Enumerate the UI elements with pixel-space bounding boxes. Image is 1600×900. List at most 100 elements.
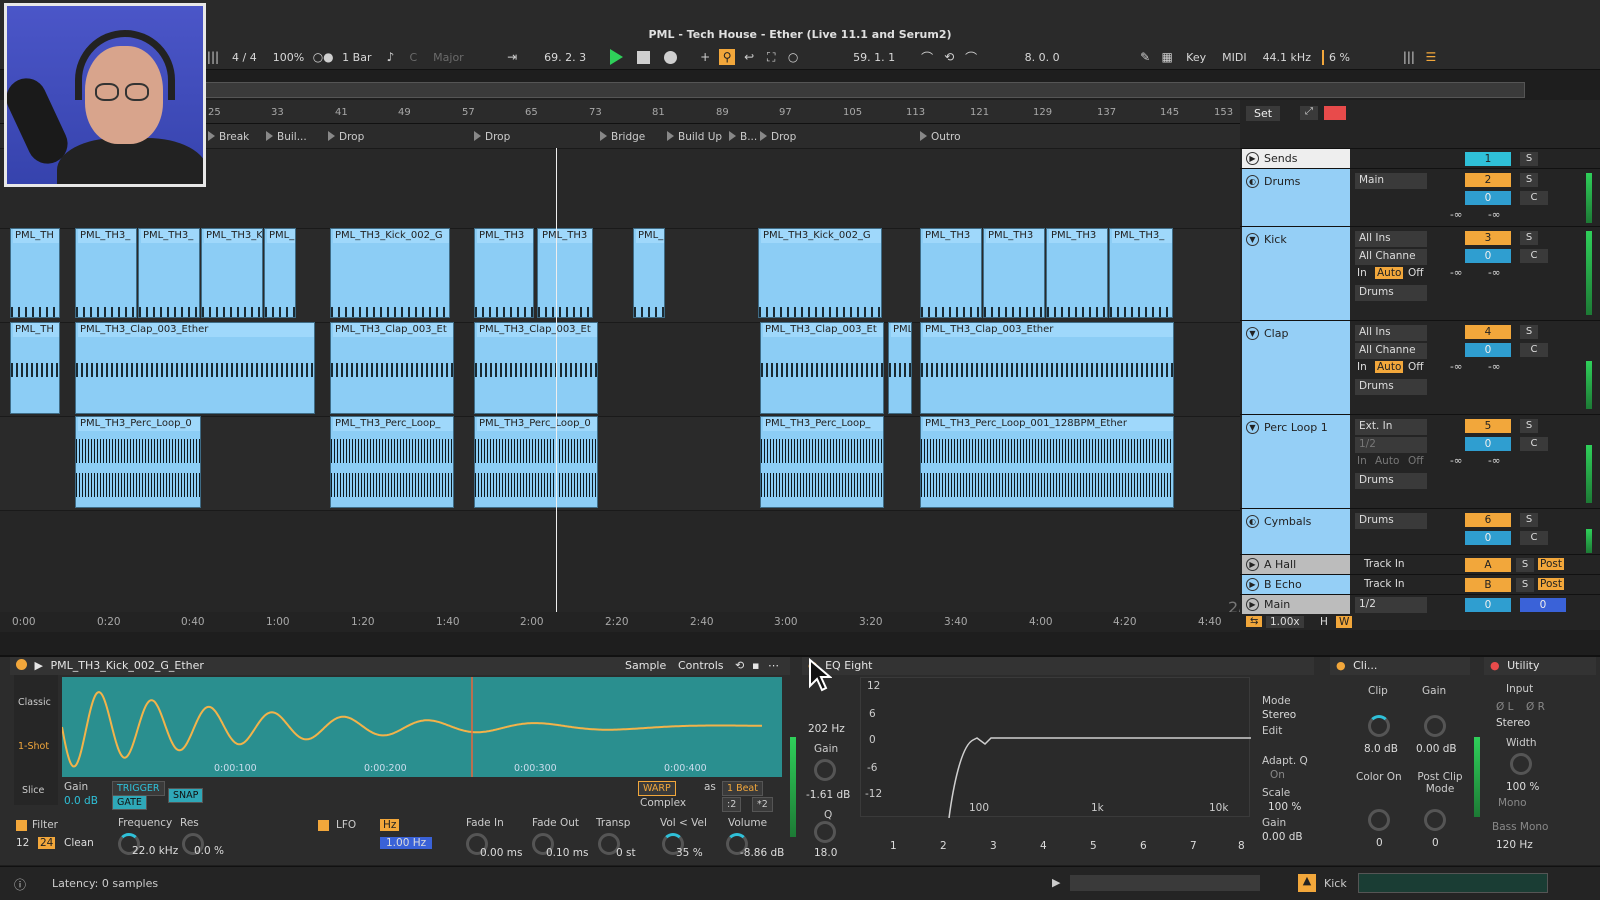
input-channel-select[interactable]: All Channe — [1355, 343, 1427, 359]
automation-arm-icon[interactable]: ⚲ — [719, 49, 736, 65]
phase-invert-right[interactable]: Ø R — [1526, 701, 1545, 713]
eq-band-toggle[interactable]: 5 — [1090, 840, 1097, 852]
w-button[interactable]: W — [1336, 616, 1353, 628]
track-a-hall[interactable]: ▶ A Hall Track In A S Post — [1240, 554, 1600, 574]
eq-q-value[interactable]: 18.0 — [814, 847, 837, 859]
filter-toggle[interactable] — [16, 820, 27, 831]
perc-clip[interactable]: PML_TH3_Perc_Loop_001_128BPM_Ether — [920, 416, 1174, 508]
fade-in-value[interactable]: 0.00 ms — [480, 847, 522, 859]
clip-overview[interactable] — [1070, 875, 1260, 891]
locator[interactable]: Buil... — [266, 131, 307, 143]
kick-clip[interactable]: PML_TH3 — [537, 228, 593, 318]
output-select[interactable]: Drums — [1355, 379, 1427, 395]
punch-out-icon[interactable]: ⌒ — [963, 49, 979, 65]
track-number[interactable]: B — [1465, 578, 1511, 592]
tempo-follow-icon[interactable]: ⇆ — [1246, 616, 1263, 627]
post-button[interactable]: Post — [1538, 578, 1564, 590]
solo-button[interactable]: S — [1520, 513, 1538, 527]
resonance-value[interactable]: 0.0 % — [194, 845, 224, 857]
eq-band-toggle[interactable]: 6 — [1140, 840, 1147, 852]
session-record-icon[interactable]: ○ — [785, 49, 801, 65]
input-channel-select[interactable]: 1/2 — [1355, 437, 1427, 453]
locator[interactable]: Break — [208, 131, 249, 143]
solo-button[interactable]: S — [1516, 578, 1534, 592]
playhead[interactable] — [556, 148, 557, 612]
save-icon[interactable]: ▪ — [752, 657, 759, 675]
draw-mode-icon[interactable]: ✎ — [1137, 49, 1153, 65]
filter-slope-12[interactable]: 12 — [16, 837, 29, 849]
clap-clip[interactable]: PML_TH3_Clap_003_Ether — [920, 322, 1174, 414]
output-select[interactable]: 1/2 — [1355, 597, 1427, 613]
track-perc-loop[interactable]: ▼ Perc Loop 1 Ext. In 1/2 In Auto Off Dru… — [1240, 414, 1600, 508]
eq-gain-knob[interactable] — [814, 759, 836, 781]
send-b-value[interactable]: -∞ — [1488, 361, 1501, 373]
track-name[interactable]: ▶ Sends — [1242, 149, 1350, 168]
track-name[interactable]: ▶ B Echo — [1242, 575, 1350, 594]
lfo-rate-value[interactable]: 1.00 Hz — [380, 837, 433, 849]
track-number[interactable]: 4 — [1465, 325, 1511, 339]
lane-cymbals[interactable] — [0, 510, 1240, 612]
eq-frequency-value[interactable]: 202 Hz — [808, 723, 845, 735]
clip-knob[interactable] — [1368, 715, 1390, 737]
clap-clip[interactable]: PML_TH3_Clap_003_Ether — [75, 322, 315, 414]
color-knob[interactable] — [1368, 809, 1390, 831]
preview-play-icon[interactable]: ▶ — [35, 659, 43, 672]
solo-button[interactable]: S — [1520, 325, 1538, 339]
send-b-value[interactable]: -∞ — [1488, 455, 1501, 467]
track-name[interactable]: ▼ Perc Loop 1 — [1242, 415, 1350, 508]
eq-display[interactable]: 12 6 0 -6 -12 100 1k 10k — [860, 677, 1251, 819]
monitor-off[interactable]: Off — [1408, 361, 1424, 373]
set-button[interactable]: Set — [1246, 106, 1281, 121]
kick-clip[interactable]: PML_TH3 — [983, 228, 1045, 318]
time-ruler[interactable]: 0:00 0:20 0:40 1:00 1:20 1:40 2:00 2:20 … — [0, 612, 1240, 632]
info-icon[interactable]: ⓘ — [14, 876, 26, 893]
kick-clip[interactable]: PML_ — [264, 228, 296, 318]
track-sends[interactable]: ▶ Sends 1 S — [1240, 148, 1600, 168]
record-button[interactable] — [664, 50, 678, 64]
track-name[interactable]: ◐ Cymbals — [1242, 509, 1350, 554]
monitor-in[interactable]: In — [1357, 267, 1367, 279]
midi-map-button[interactable]: MIDI — [1217, 50, 1251, 65]
vol-vel-value[interactable]: 35 % — [676, 847, 703, 859]
kick-clip[interactable]: PML_TH3_K — [201, 228, 263, 318]
monitor-auto[interactable]: Auto — [1375, 267, 1404, 279]
clap-clip[interactable]: PML_TH3_Clap_003_Et — [760, 322, 884, 414]
bass-mono-frequency[interactable]: 120 Hz — [1496, 839, 1533, 851]
capture-icon[interactable]: ⛶ — [763, 49, 779, 65]
eq-scale-value[interactable]: 100 % — [1268, 801, 1301, 813]
clap-clip[interactable]: PML_TH — [10, 322, 60, 414]
perc-clip[interactable]: PML_TH3_Perc_Loop_0 — [474, 416, 598, 508]
warp-beat-select[interactable]: 1 Beat — [722, 781, 763, 796]
play-button[interactable] — [610, 49, 624, 65]
mode-slice[interactable]: Slice — [22, 785, 44, 796]
solo-button[interactable]: S — [1520, 152, 1538, 166]
track-drums[interactable]: ◐ Drums Main 2 S 0 C -∞ -∞ — [1240, 168, 1600, 226]
arrangement-overview[interactable] — [205, 82, 1525, 98]
post-clip-mode-toggle[interactable]: Post Clip Mode — [1414, 771, 1466, 795]
trigger-button[interactable]: TRIGGER — [112, 781, 165, 796]
locator[interactable]: Drop — [328, 131, 364, 143]
volume-field[interactable]: 0 — [1520, 598, 1566, 612]
locator[interactable]: Outro — [920, 131, 961, 143]
send-b-value[interactable]: -∞ — [1488, 267, 1501, 279]
filter-slope-24[interactable]: 24 — [38, 837, 56, 849]
solo-button[interactable]: S — [1520, 419, 1538, 433]
solo-button[interactable]: S — [1516, 558, 1534, 572]
eq-q-knob[interactable] — [814, 821, 836, 843]
eq-output-gain-value[interactable]: 0.00 dB — [1262, 831, 1303, 843]
input-select[interactable]: All Ins — [1355, 325, 1427, 341]
eq-band-toggle[interactable]: 1 — [890, 840, 897, 852]
gain-value[interactable]: 0.00 dB — [1416, 743, 1457, 755]
width-value[interactable]: 100 % — [1506, 781, 1539, 793]
track-clap[interactable]: ▼ Clap All Ins All Channe In Auto Off Dru… — [1240, 320, 1600, 414]
lfo-toggle[interactable] — [318, 820, 329, 831]
output-select[interactable]: Drums — [1355, 473, 1427, 489]
phase-invert-left[interactable]: Ø L — [1496, 701, 1513, 713]
locator[interactable]: Drop — [474, 131, 510, 143]
scale-select[interactable]: Major — [428, 50, 498, 65]
eq-mode-select[interactable]: Stereo — [1262, 709, 1296, 721]
color-on-toggle[interactable]: Color On — [1356, 771, 1402, 783]
input-select[interactable]: All Ins — [1355, 231, 1427, 247]
locator[interactable]: B... — [729, 131, 757, 143]
track-number[interactable]: 6 — [1465, 513, 1511, 527]
